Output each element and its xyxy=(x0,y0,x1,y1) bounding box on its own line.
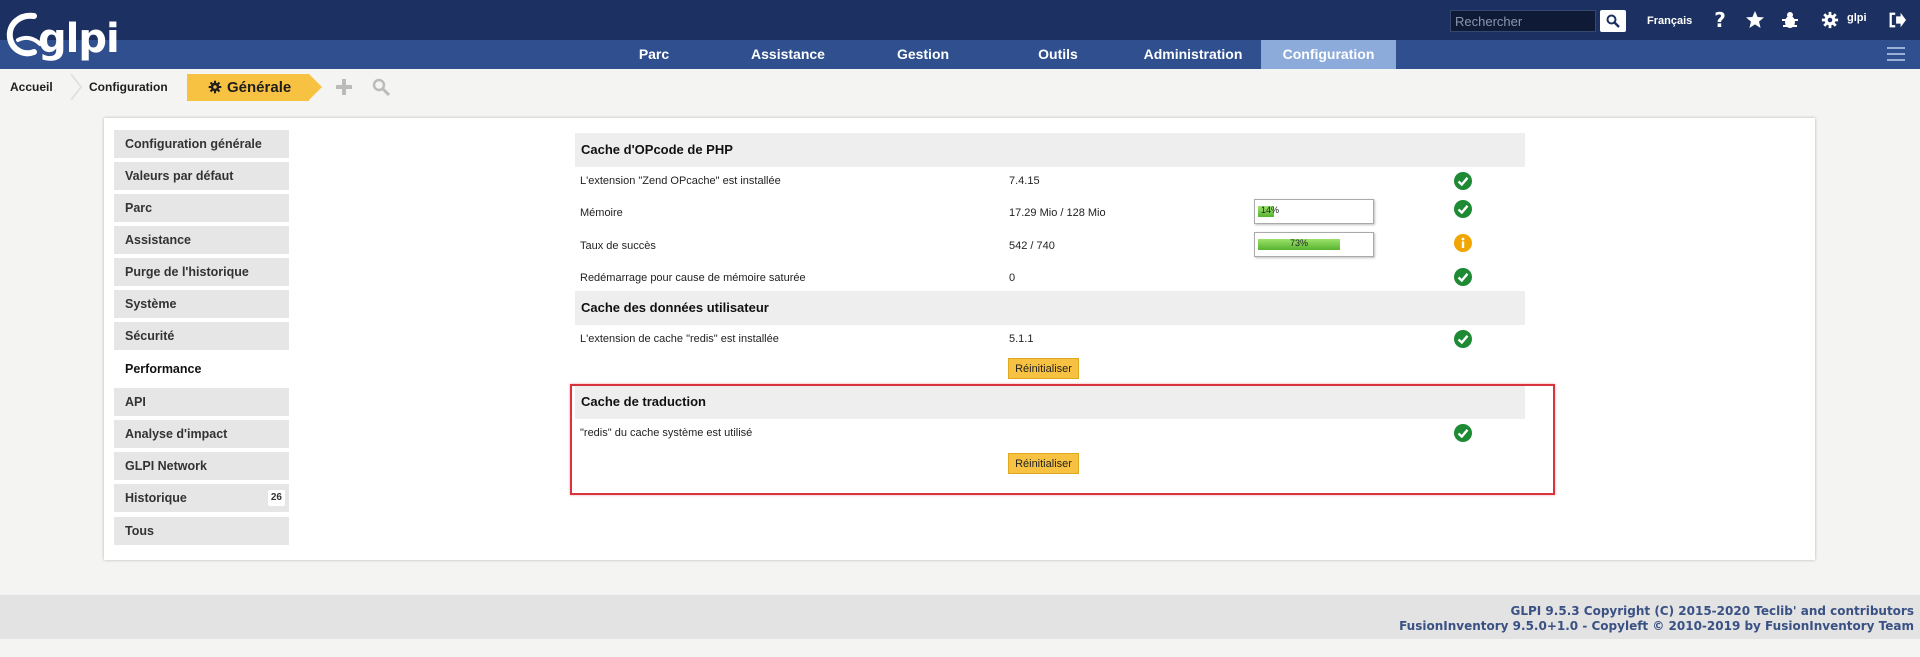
row-label: Mémoire xyxy=(580,207,623,219)
gear-icon xyxy=(208,80,222,94)
breadcrumb-home[interactable]: Accueil xyxy=(10,75,53,99)
gear-icon[interactable] xyxy=(1819,9,1841,31)
nav-configuration[interactable]: Configuration xyxy=(1261,40,1396,69)
sidebar-item-label: Historique xyxy=(125,491,187,505)
row-label: L'extension "Zend OPcache" est installée xyxy=(580,175,781,187)
glpi-logo[interactable]: glpi xyxy=(4,10,120,65)
check-circle-icon xyxy=(1454,330,1472,348)
sidebar-item-historique[interactable]: Historique 26 xyxy=(114,484,289,512)
sidebar-item-tous[interactable]: Tous xyxy=(114,517,289,545)
menu-icon[interactable] xyxy=(1887,47,1905,63)
sidebar-item-label: Assistance xyxy=(125,233,192,247)
row-label: L'extension de cache "redis" est install… xyxy=(580,333,779,345)
nav-parc[interactable]: Parc xyxy=(604,40,704,69)
user-menu[interactable]: glpi xyxy=(1847,12,1867,24)
footer-copyright-glpi[interactable]: GLPI 9.5.3 Copyright (C) 2015-2020 Tecli… xyxy=(1511,604,1915,618)
search-list-icon[interactable] xyxy=(370,76,392,98)
sidebar-item-label: Performance xyxy=(125,362,202,376)
global-search xyxy=(1450,10,1628,32)
top-bar xyxy=(0,0,1920,40)
sidebar-item-api[interactable]: API xyxy=(114,388,289,416)
row-label: Redémarrage pour cause de mémoire saturé… xyxy=(580,272,806,284)
row-value: 542 / 740 xyxy=(1009,240,1055,252)
logo-text: glpi xyxy=(38,16,120,62)
section-title-user-cache: Cache des données utilisateur xyxy=(575,291,1525,325)
check-circle-icon xyxy=(1454,172,1472,190)
row-label: Taux de succès xyxy=(580,240,656,252)
sidebar-item-label: Tous xyxy=(125,524,154,538)
sidebar-item-analyse-impact[interactable]: Analyse d'impact xyxy=(114,420,289,448)
sidebar-item-assistance[interactable]: Assistance xyxy=(114,226,289,254)
row-value: 5.1.1 xyxy=(1009,333,1034,345)
search-input[interactable] xyxy=(1450,10,1596,32)
info-warning-icon xyxy=(1454,234,1472,252)
nav-gestion[interactable]: Gestion xyxy=(873,40,973,69)
footer-copyright-fusioninventory[interactable]: FusionInventory 9.5.0+1.0 - Copyleft © 2… xyxy=(1399,619,1914,633)
progress-label: 14% xyxy=(1260,205,1279,215)
star-icon[interactable] xyxy=(1744,9,1766,31)
language-selector[interactable]: Français xyxy=(1647,15,1692,27)
sidebar-item-label: Système xyxy=(125,297,177,311)
nav-administration[interactable]: Administration xyxy=(1134,40,1252,69)
sidebar-item-label: Purge de l'historique xyxy=(125,265,249,279)
hit-rate-progress-bar: 73% xyxy=(1254,232,1374,257)
breadcrumb-current-label: Générale xyxy=(227,79,292,96)
breadcrumb-current[interactable]: Générale xyxy=(187,74,322,101)
sidebar-item-parc[interactable]: Parc xyxy=(114,194,289,222)
sidebar-item-glpi-network[interactable]: GLPI Network xyxy=(114,452,289,480)
search-icon xyxy=(1606,14,1620,28)
bug-icon[interactable] xyxy=(1779,9,1801,31)
nav-assistance[interactable]: Assistance xyxy=(738,40,838,69)
highlight-annotation xyxy=(570,384,1555,495)
progress-label: 73% xyxy=(1289,238,1308,248)
search-button[interactable] xyxy=(1600,10,1626,32)
breadcrumb-configuration[interactable]: Configuration xyxy=(89,75,168,99)
check-circle-icon xyxy=(1454,200,1472,218)
count-badge: 26 xyxy=(267,490,285,506)
sidebar-item-label: GLPI Network xyxy=(125,459,207,473)
sidebar-item-configuration-generale[interactable]: Configuration générale xyxy=(114,130,289,158)
reset-user-cache-button[interactable]: Réinitialiser xyxy=(1008,358,1079,379)
sidebar-item-label: Sécurité xyxy=(125,329,175,343)
row-value: 0 xyxy=(1009,272,1016,284)
sidebar-item-label: Configuration générale xyxy=(125,137,262,151)
memory-progress-bar: 14% xyxy=(1254,199,1374,224)
sidebar-item-label: Analyse d'impact xyxy=(125,427,228,441)
nav-outils[interactable]: Outils xyxy=(1008,40,1108,69)
sidebar-item-purge-historique[interactable]: Purge de l'historique xyxy=(114,258,289,286)
row-value: 17.29 Mio / 128 Mio xyxy=(1009,207,1106,219)
sidebar-item-performance[interactable]: Performance xyxy=(114,355,289,383)
row-value: 7.4.15 xyxy=(1009,175,1040,187)
check-circle-icon xyxy=(1454,268,1472,286)
sidebar-item-label: API xyxy=(125,395,146,409)
breadcrumb-separator-icon xyxy=(70,74,82,100)
sidebar-item-securite[interactable]: Sécurité xyxy=(114,322,289,350)
section-title-opcache: Cache d'OPcode de PHP xyxy=(575,133,1525,167)
add-icon[interactable] xyxy=(333,76,355,98)
sidebar-item-valeurs-par-defaut[interactable]: Valeurs par défaut xyxy=(114,162,289,190)
help-icon[interactable]: ? xyxy=(1709,8,1731,32)
sidebar-item-label: Valeurs par défaut xyxy=(125,169,234,183)
logout-icon[interactable] xyxy=(1886,9,1908,31)
sidebar-item-label: Parc xyxy=(125,201,153,215)
sidebar-item-systeme[interactable]: Système xyxy=(114,290,289,318)
